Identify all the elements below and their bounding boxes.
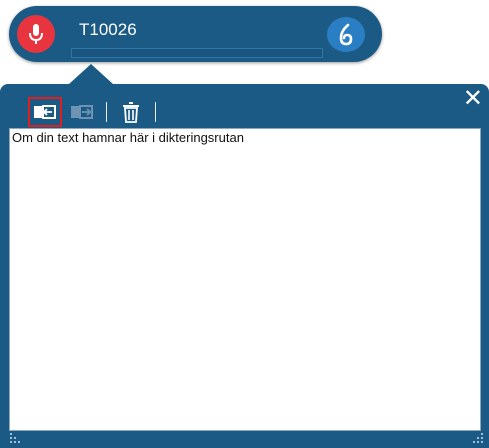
dictation-bar: T10026 [9,6,382,62]
dictation-title: T10026 [79,20,137,39]
close-icon[interactable]: ✕ [463,86,483,110]
bubble-pointer [69,64,113,84]
clear-button[interactable] [117,100,145,124]
transfer-button[interactable] [28,97,62,127]
microphone-button[interactable] [17,15,55,53]
transfer-disabled-button[interactable] [68,100,96,124]
audio-level-meter [71,48,323,58]
dictation-text-area[interactable]: Om din text hamnar här i dikteringsrutan [9,128,481,431]
toolbar-separator [106,102,107,122]
transfer-text-icon [34,105,56,119]
dragon-flame-icon [339,23,353,45]
microphone-icon [29,24,43,44]
toolbar-separator [155,102,156,122]
dictation-toolbar [28,97,166,127]
dragon-menu-button[interactable] [327,17,365,52]
trash-icon [123,102,139,123]
transfer-text-disabled-icon [71,105,93,119]
